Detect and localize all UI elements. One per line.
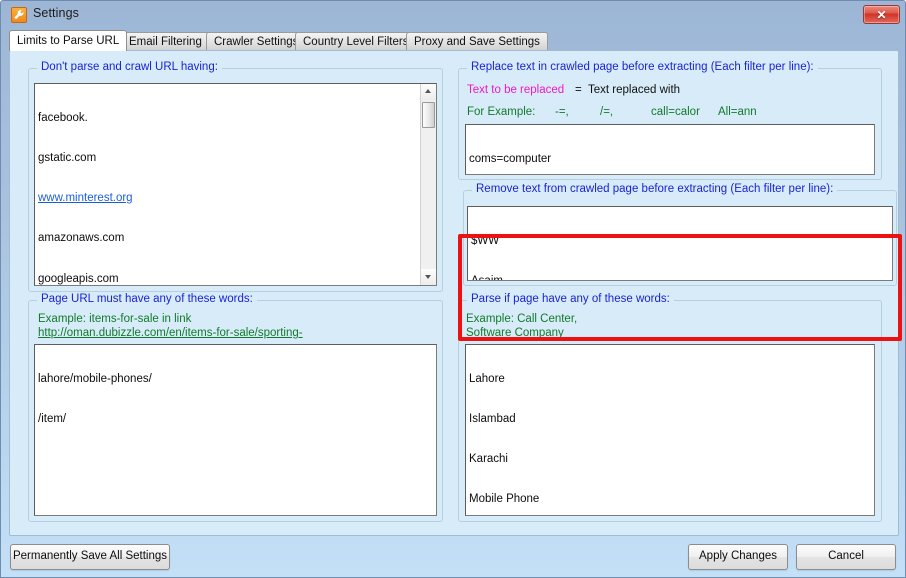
replace-hint-left: Text to be replaced	[467, 84, 565, 96]
replace-text-lines: coms=computer	[469, 126, 871, 174]
close-button[interactable]: ✕	[863, 5, 900, 24]
list-item[interactable]: Lahore	[469, 373, 871, 386]
cancel-button[interactable]: Cancel	[796, 544, 896, 570]
exclude-urls-listbox[interactable]: facebook. gstatic.com www.minterest.org …	[34, 83, 437, 286]
list-item[interactable]: lahore/mobile-phones/	[38, 373, 433, 386]
list-item[interactable]: coms=computer	[469, 153, 871, 166]
page-url-example-line-2: http://oman.dubizzle.com/en/items-for-sa…	[38, 327, 303, 339]
group-parse-page-words-legend: Parse if page have any of these words:	[467, 293, 674, 305]
replace-example-4: All=ann	[718, 106, 757, 118]
group-remove-text-legend: Remove text from crawled page before ext…	[472, 183, 838, 195]
apply-changes-button[interactable]: Apply Changes	[688, 544, 788, 570]
replace-example-3: call=calor	[651, 106, 700, 118]
close-icon: ✕	[876, 8, 887, 22]
tab-limits-to-parse-url[interactable]: Limits to Parse URL	[9, 30, 128, 51]
list-item[interactable]: facebook.	[38, 112, 433, 125]
remove-text-lines: $WW Asaim Info Sales	[471, 208, 889, 280]
replace-text-input[interactable]: coms=computer	[465, 124, 875, 175]
group-replace-text-legend: Replace text in crawled page before extr…	[467, 61, 818, 73]
title-bar: Settings ✕	[1, 1, 905, 29]
list-item[interactable]: Karachi	[469, 453, 871, 466]
tab-country-level-filters[interactable]: Country Level Filters	[295, 32, 417, 50]
list-item[interactable]: Islambad	[469, 413, 871, 426]
tab-crawler-settings[interactable]: Crawler Settings	[206, 32, 307, 50]
replace-example-2: /=,	[600, 106, 614, 118]
scrollbar-thumb[interactable]	[422, 102, 435, 128]
scroll-up-arrow-icon[interactable]	[421, 84, 436, 100]
replace-hint-right: Text replaced with	[588, 84, 681, 96]
tab-content-panel: Don't parse and crawl URL having: facebo…	[9, 50, 902, 536]
list-item[interactable]: amazonaws.com	[38, 232, 433, 245]
page-url-example-line-1: Example: items-for-sale in link	[38, 313, 192, 325]
replace-example-1: -=,	[555, 106, 569, 118]
parse-page-example-line-1: Example: Call Center,	[466, 313, 578, 325]
exclude-urls-scrollbar[interactable]	[420, 84, 436, 285]
list-item[interactable]: Mobile Phone	[469, 493, 871, 506]
wrench-icon	[11, 7, 27, 23]
parse-page-words-input[interactable]: Lahore Islambad Karachi Mobile Phone	[465, 344, 875, 516]
parse-page-words-lines: Lahore Islambad Karachi Mobile Phone	[469, 346, 871, 515]
replace-hint-equals: =	[575, 84, 582, 96]
scroll-down-arrow-icon[interactable]	[421, 269, 436, 285]
tab-proxy-and-save-settings[interactable]: Proxy and Save Settings	[406, 32, 548, 50]
page-url-words-lines: lahore/mobile-phones/ /item/	[38, 346, 433, 453]
page-url-words-input[interactable]: lahore/mobile-phones/ /item/	[34, 344, 437, 516]
list-item[interactable]: Asaim	[471, 275, 889, 280]
tab-strip: Limits to Parse URL Email Filtering Craw…	[9, 30, 899, 51]
window-title: Settings	[33, 6, 79, 20]
replace-example-label: For Example:	[467, 106, 536, 118]
permanently-save-all-settings-button[interactable]: Permanently Save All Settings	[10, 544, 170, 570]
list-item[interactable]: gstatic.com	[38, 152, 433, 165]
group-exclude-urls-legend: Don't parse and crawl URL having:	[37, 61, 222, 73]
parse-page-example-line-2: Software Company	[466, 327, 564, 339]
list-item[interactable]: $WW	[471, 235, 889, 248]
tab-email-filtering[interactable]: Email Filtering	[121, 32, 210, 50]
group-page-url-words-legend: Page URL must have any of these words:	[37, 293, 257, 305]
list-item[interactable]: /item/	[38, 413, 433, 426]
settings-window: Settings ✕ Limits to Parse URL Email Fil…	[0, 0, 906, 578]
list-item-link[interactable]: www.minterest.org	[38, 192, 433, 205]
list-item[interactable]: googleapis.com	[38, 273, 433, 285]
exclude-urls-lines: facebook. gstatic.com www.minterest.org …	[38, 85, 433, 285]
remove-text-input[interactable]: $WW Asaim Info Sales	[467, 206, 893, 281]
